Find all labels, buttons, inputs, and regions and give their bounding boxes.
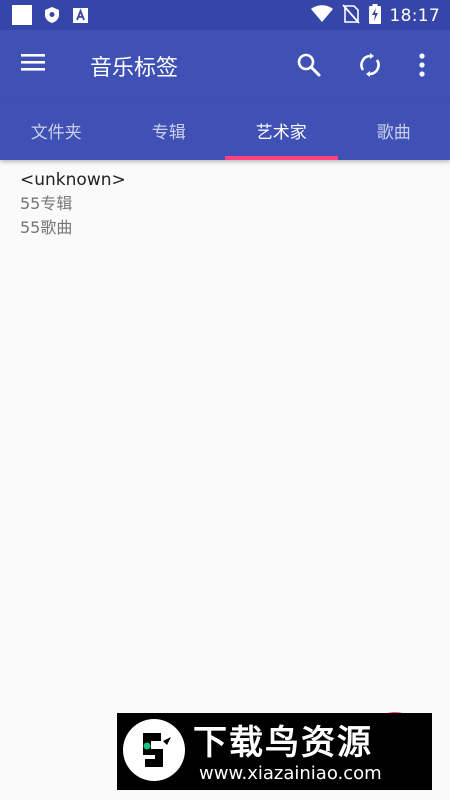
system-icons: 18:17 [310, 4, 441, 28]
menu-icon[interactable] [20, 52, 50, 78]
bird-logo-icon [123, 719, 185, 781]
wifi-icon [310, 5, 333, 27]
search-icon[interactable] [294, 50, 324, 80]
tab-bar: 文件夹 专辑 艺术家 歌曲 [0, 100, 450, 160]
tab-folders[interactable]: 文件夹 [0, 100, 113, 160]
status-bar: 18:17 [0, 0, 450, 30]
app-title: 音乐标签 [90, 56, 179, 81]
watermark-title: 下载鸟资源 [193, 723, 373, 763]
battery-charging-icon [368, 4, 381, 28]
more-vert-icon[interactable] [407, 50, 437, 80]
tab-albums[interactable]: 专辑 [113, 100, 226, 160]
sync-icon[interactable] [355, 50, 385, 80]
app-bar: 音乐标签 [0, 30, 450, 100]
watermark-url: www.xiazainiao.com [199, 763, 382, 784]
tab-songs[interactable]: 歌曲 [338, 100, 450, 160]
square-notification-icon [12, 5, 32, 25]
status-time: 18:17 [389, 6, 440, 26]
a-notification-icon [72, 7, 88, 23]
artist-album-count: 55专辑 [20, 194, 73, 213]
artist-name: <unknown> [20, 170, 126, 190]
watermark: 下载鸟资源 www.xiazainiao.com [117, 713, 432, 790]
no-sim-icon [341, 4, 360, 28]
tab-artists[interactable]: 艺术家 [225, 100, 338, 160]
notification-icons [12, 5, 88, 25]
artist-list-item[interactable]: <unknown> 55专辑 55歌曲 [0, 160, 450, 248]
artist-song-count: 55歌曲 [20, 218, 73, 237]
shield-notification-icon [44, 7, 60, 23]
